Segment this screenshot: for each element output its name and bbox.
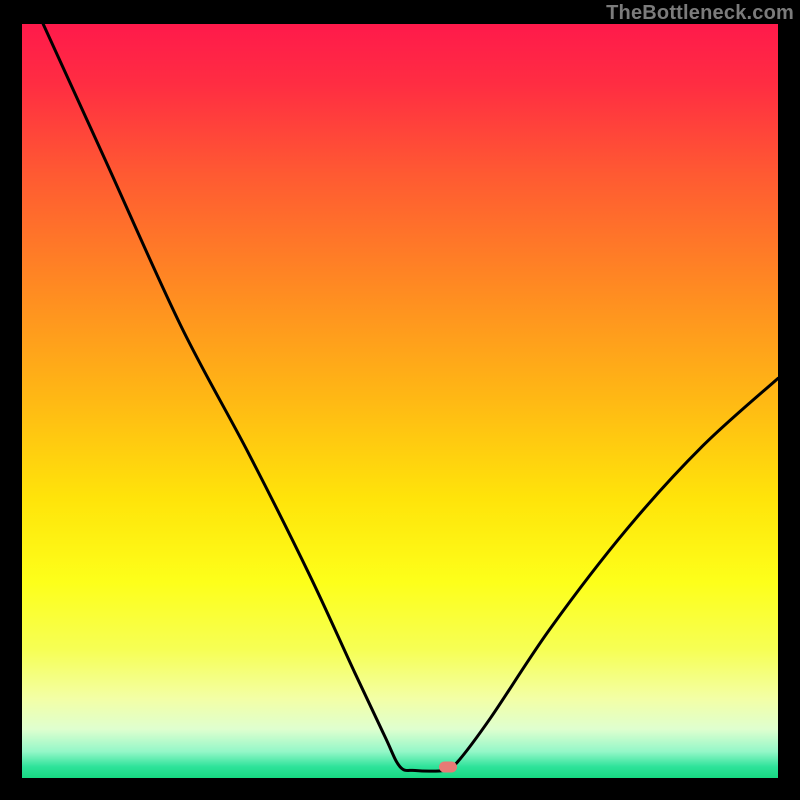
watermark-text: TheBottleneck.com (606, 2, 794, 25)
optimal-point-marker (439, 761, 457, 772)
background-gradient (22, 24, 778, 778)
chart-frame: TheBottleneck.com (0, 0, 800, 800)
plot-area (22, 24, 778, 778)
